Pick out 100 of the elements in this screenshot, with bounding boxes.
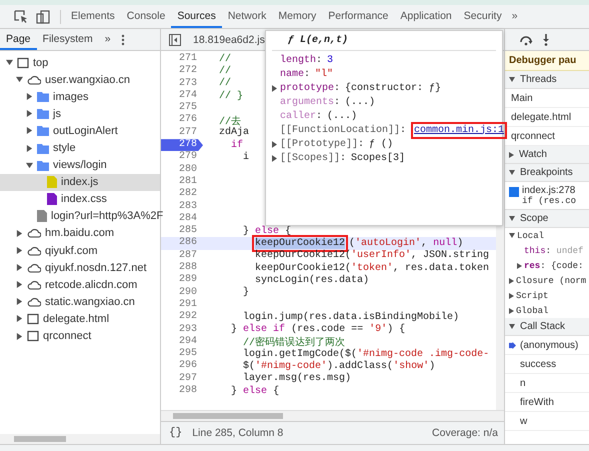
device-toolbar-icon[interactable] [36, 10, 50, 24]
tree-item[interactable]: top [33, 56, 48, 69]
cursor-position: Line 285, Column 8 [192, 427, 284, 439]
tree-item[interactable]: static.wangxiao.cn [45, 296, 135, 308]
line-number: 297 [178, 372, 198, 385]
breakpoint-line-number[interactable]: 278 [161, 139, 203, 152]
scrollbar-thumb[interactable] [14, 436, 66, 442]
call-frame[interactable]: w [520, 416, 528, 426]
inspect-icon[interactable] [14, 10, 28, 24]
collapsed-triangle-icon[interactable] [272, 140, 277, 148]
scope-item[interactable]: Script [505, 288, 589, 303]
property-value: ƒ () [369, 138, 394, 150]
expanded-triangle-icon[interactable] [26, 162, 33, 169]
call-frame[interactable]: fireWith [520, 396, 554, 408]
line-number: 274 [178, 90, 198, 102]
more-options-icon[interactable] [120, 34, 125, 46]
call-frame[interactable]: success [520, 358, 556, 370]
panel-tab[interactable]: Security [458, 5, 508, 28]
panel-tab[interactable]: Network [222, 5, 272, 28]
step-over-icon[interactable] [519, 34, 533, 46]
tree-item[interactable]: login?url=http%3A%2F [51, 210, 164, 222]
collapsed-triangle-icon[interactable] [16, 247, 23, 254]
section-header[interactable]: Threads [505, 71, 589, 89]
line-number: 282 [178, 188, 198, 201]
source-link[interactable]: common.min.js:1 [414, 124, 504, 136]
code-line: keepOurCookie12('userInfo', JSON.string [254, 250, 490, 262]
collapsed-triangle-icon[interactable] [272, 154, 277, 162]
code-line: } [242, 287, 250, 298]
panel-tab[interactable]: Application [394, 5, 458, 28]
tree-item[interactable]: qiyukf.com [45, 244, 98, 257]
collapsed-triangle-icon[interactable] [16, 264, 23, 272]
collapsed-triangle-icon[interactable] [16, 230, 23, 237]
collapsed-triangle-icon[interactable] [272, 84, 277, 92]
scope-variable[interactable]: this: undef [505, 243, 589, 258]
line-number: 271 [178, 53, 198, 65]
panel-tab[interactable]: Elements [65, 5, 121, 28]
line-number: 293 [178, 324, 198, 336]
code-line: //密码错误达到了两次 [242, 336, 346, 349]
panel-tab[interactable]: Console [120, 5, 172, 28]
property-separator: : [316, 54, 322, 66]
checkbox[interactable] [509, 187, 519, 197]
collapsed-triangle-icon[interactable] [16, 315, 23, 322]
scrollbar-thumb[interactable] [173, 413, 283, 419]
pretty-print-button[interactable]: {} [167, 427, 184, 439]
coverage-status: Coverage: n/a [432, 427, 498, 439]
tree-item[interactable]: js [53, 108, 61, 120]
navigator-tab[interactable]: Page [0, 29, 37, 50]
collapsed-triangle-icon[interactable] [26, 144, 33, 152]
collapsed-triangle-icon[interactable] [26, 127, 33, 134]
code-line: } else if (res.code == '9') { [230, 324, 406, 336]
tree-item[interactable]: qrconnect [43, 330, 92, 342]
more-tabs-button[interactable]: » [508, 5, 522, 28]
section-header[interactable]: Call Stack [505, 318, 589, 336]
tree-item[interactable]: views/login [53, 159, 107, 172]
property-value: (...) [327, 110, 358, 122]
tree-item[interactable]: qiyukf.nosdn.127.net [45, 262, 147, 274]
property-value: (...) [345, 96, 376, 108]
collapsed-triangle-icon[interactable] [16, 281, 23, 288]
collapsed-triangle-icon[interactable] [16, 298, 23, 306]
section-header[interactable]: Scope [505, 210, 589, 228]
property-value: {constructor: ƒ} [345, 82, 442, 94]
tree-item[interactable]: index.js [61, 176, 98, 188]
more-tabs-button[interactable]: » [98, 29, 117, 50]
thread-item[interactable]: Main [505, 89, 589, 108]
tree-item[interactable]: index.css [61, 193, 107, 206]
step-into-icon[interactable] [541, 34, 551, 46]
expanded-triangle-icon[interactable] [6, 59, 13, 66]
tree-item[interactable]: user.wangxiao.cn [45, 74, 130, 86]
expanded-triangle-icon[interactable] [16, 76, 23, 84]
tree-item[interactable]: style [53, 142, 76, 154]
tree-item[interactable]: images [53, 90, 88, 103]
code-line: keepOurCookie12('token', res.data.token [254, 262, 490, 274]
breakpoint-location[interactable]: index.js:278 [522, 185, 576, 196]
section-header[interactable]: Breakpoints [505, 164, 589, 182]
scope-item[interactable]: Closure (norm [505, 273, 589, 288]
tree-item[interactable]: outLoginAlert [53, 124, 118, 137]
tree-item[interactable]: delegate.html [43, 312, 110, 325]
tree-item[interactable]: hm.baidu.com [45, 227, 114, 240]
call-frame[interactable]: (anonymous) [520, 340, 578, 350]
section-header[interactable]: Watch [505, 146, 589, 164]
panel-tab[interactable]: Performance [322, 5, 394, 28]
line-number: 275 [178, 102, 198, 114]
breakpoint-code: if (res.co [522, 196, 576, 206]
property-separator: : [304, 68, 310, 80]
tree-item[interactable]: retcode.alicdn.com [45, 278, 138, 291]
collapsed-triangle-icon[interactable] [26, 110, 33, 118]
line-number: 292 [178, 311, 198, 324]
collapsed-triangle-icon[interactable] [26, 93, 33, 100]
code-line: login.jump(res.data.isBindingMobile) [242, 312, 460, 323]
scope-variable[interactable]: res: {code: [505, 258, 589, 273]
thread-item[interactable]: delegate.html [505, 108, 589, 127]
property-name: [[FunctionLocation]] [280, 124, 400, 136]
sidebar-toggle-icon[interactable] [169, 34, 181, 46]
scope-item[interactable]: Local [505, 228, 589, 243]
code-line: //去 [219, 114, 242, 128]
navigator-tab[interactable]: Filesystem [36, 29, 99, 50]
collapsed-triangle-icon[interactable] [16, 332, 23, 340]
panel-tab[interactable]: Memory [272, 5, 322, 28]
file-tab[interactable]: 18.819ea6d2.js [189, 34, 269, 46]
call-frame[interactable]: n [520, 378, 526, 388]
